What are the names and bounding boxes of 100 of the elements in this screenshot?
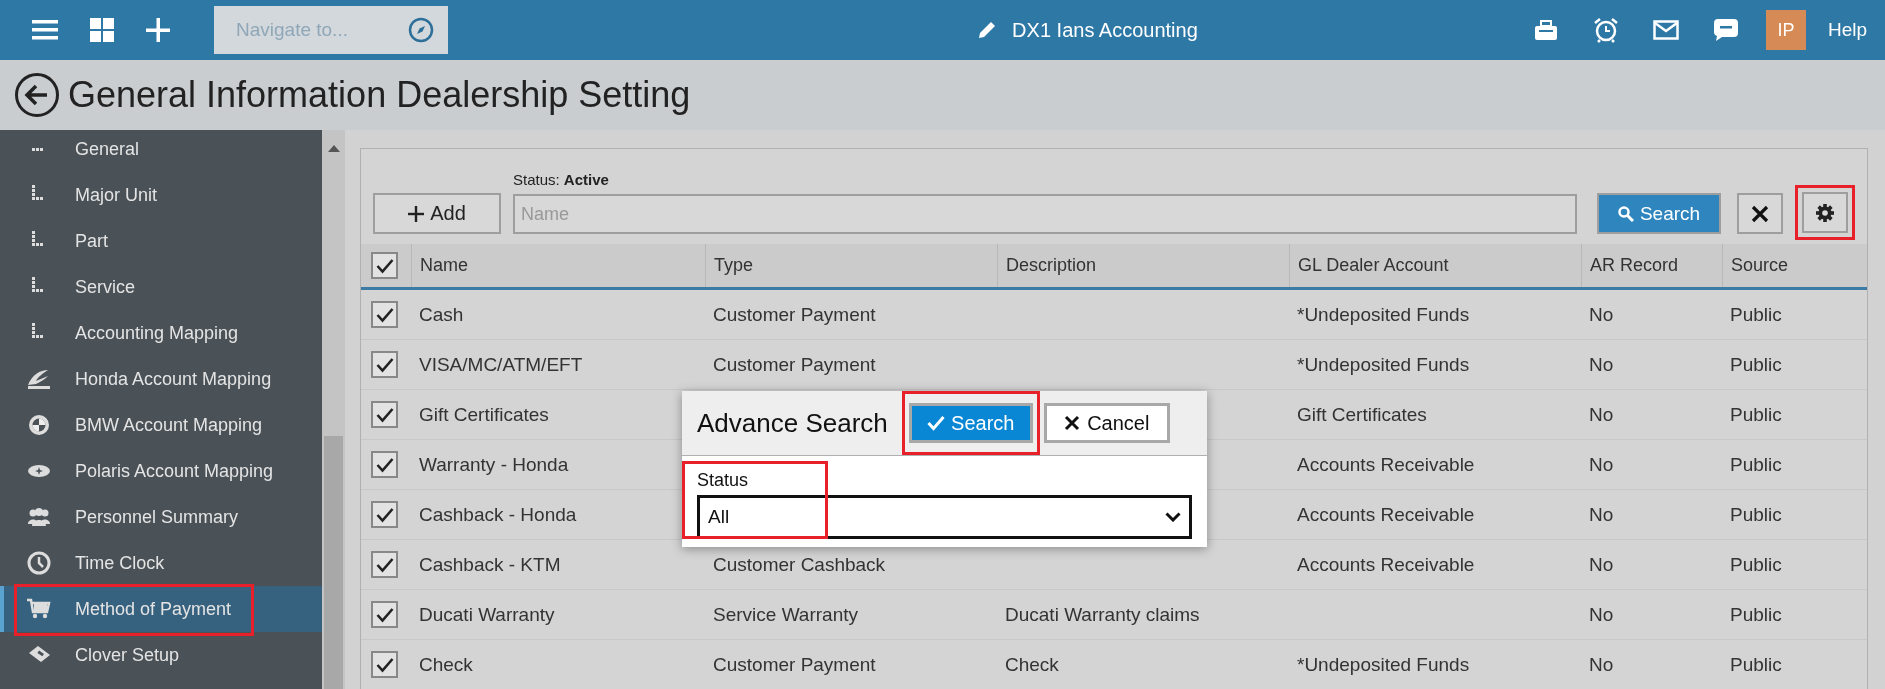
status-label: Status: Active [513,171,610,188]
status-select[interactable]: All [697,495,1192,539]
plus-icon [408,205,425,222]
checkbox[interactable] [371,651,398,678]
clear-button[interactable] [1737,193,1783,234]
sidebar-item[interactable]: Part [2,218,322,264]
table-cell: No [1589,403,1614,426]
checkbox[interactable] [371,401,398,428]
search-icon [1617,205,1634,222]
settings-button[interactable] [1802,192,1848,233]
check-icon [375,656,394,673]
close-icon [1064,415,1081,431]
chevron-down-icon [1165,512,1181,522]
checkbox[interactable] [371,451,398,478]
plus-icon[interactable] [146,18,170,42]
search-button[interactable]: Search [1597,193,1721,234]
sidebar-item[interactable]: Major Unit [2,172,322,218]
search-button[interactable]: Search [908,403,1033,443]
scroll-thumb[interactable] [324,436,343,689]
sidebar-item[interactable]: Service [2,264,322,310]
sidebar-item[interactable]: Time Clock [2,540,322,586]
checkbox[interactable] [371,501,398,528]
table-cell: No [1589,353,1614,376]
check-icon [375,456,394,473]
compass-icon[interactable] [408,17,434,43]
table-cell: Gift Certificates [419,403,549,426]
page-title: General Information Dealership Setting [68,74,691,116]
column-header[interactable]: Type [705,244,997,287]
check-icon [375,506,394,523]
sidebar-item[interactable]: Clover Setup [2,632,322,678]
column-header[interactable]: Source [1722,244,1867,287]
sidebar-item[interactable]: Polaris Account Mapping [2,448,322,494]
sidebar-item[interactable]: Accounting Mapping [2,310,322,356]
table-cell: Customer Payment [713,303,876,326]
check-icon [927,415,946,431]
table-cell: Public [1730,653,1782,676]
add-button[interactable]: Add [373,193,501,234]
sidebar-item[interactable]: General [2,130,322,172]
sidebar-item[interactable]: Honda Account Mapping [2,356,322,402]
table-cell: Public [1730,353,1782,376]
table-cell: Public [1730,553,1782,576]
menu-icon[interactable] [32,19,58,41]
table-cell: No [1589,553,1614,576]
people-icon [26,505,52,529]
tiles-icon[interactable] [90,18,114,42]
table-cell: Accounts Receivable [1297,553,1475,576]
field-label: Status [697,470,750,491]
back-icon[interactable] [14,72,60,118]
column-header[interactable]: Description [997,244,1289,287]
checkbox[interactable] [371,301,398,328]
dialog-title: Advance Search [697,407,888,439]
table-cell: Check [419,653,473,676]
table-cell: Cashback - KTM [419,553,561,576]
roundel-icon [26,413,52,437]
table-cell: Public [1730,303,1782,326]
table-cell: No [1589,653,1614,676]
company-name: DX1 Ians Accounting [1012,18,1198,42]
table-cell: Public [1730,403,1782,426]
register-icon[interactable] [1532,18,1559,42]
table-cell: Public [1730,603,1782,626]
column-header[interactable]: Name [411,244,705,287]
table-cell: Accounts Receivable [1297,453,1475,476]
checkbox[interactable] [371,551,398,578]
sidebar-item[interactable]: BMW Account Mapping [2,402,322,448]
table-cell: *Undeposited Funds [1297,353,1470,376]
table-cell: Public [1730,503,1782,526]
alarm-clock-icon[interactable] [1592,17,1619,43]
scroll-up-icon[interactable] [326,144,341,152]
table-cell: Service Warranty [713,603,858,626]
table-cell: Ducati Warranty claims [1005,603,1200,626]
checkbox[interactable] [371,252,398,279]
cancel-button[interactable]: Cancel [1043,403,1170,443]
checkbox[interactable] [371,351,398,378]
table-cell: Gift Certificates [1297,403,1427,426]
navigate-field[interactable]: Navigate to... [214,6,448,54]
check-icon [375,356,394,373]
check-icon [375,306,394,323]
close-icon [1751,204,1769,223]
mail-icon[interactable] [1652,20,1679,40]
dots-icon [32,147,43,151]
sidebar-item[interactable]: Personnel Summary [2,494,322,540]
table-cell: No [1589,503,1614,526]
table-cell: Ducati Warranty [419,603,555,626]
table-cell: Check [1005,653,1059,676]
table-cell: Warranty - Honda [419,453,569,476]
checkbox[interactable] [371,601,398,628]
column-header[interactable]: AR Record [1581,244,1722,287]
check-icon [375,257,394,274]
table-cell: Cashback - Honda [419,503,577,526]
table-cell: No [1589,603,1614,626]
name-field[interactable]: Name [513,194,1577,234]
table-cell: No [1589,453,1614,476]
help-link[interactable]: Help [1827,19,1867,41]
table-cell: No [1589,303,1614,326]
table-cell: *Undeposited Funds [1297,653,1470,676]
check-icon [375,556,394,573]
column-header[interactable]: GL Dealer Account [1289,244,1581,287]
table-cell: Cash [419,303,464,326]
chat-icon[interactable] [1712,18,1739,42]
table-cell: Accounts Receivable [1297,503,1475,526]
